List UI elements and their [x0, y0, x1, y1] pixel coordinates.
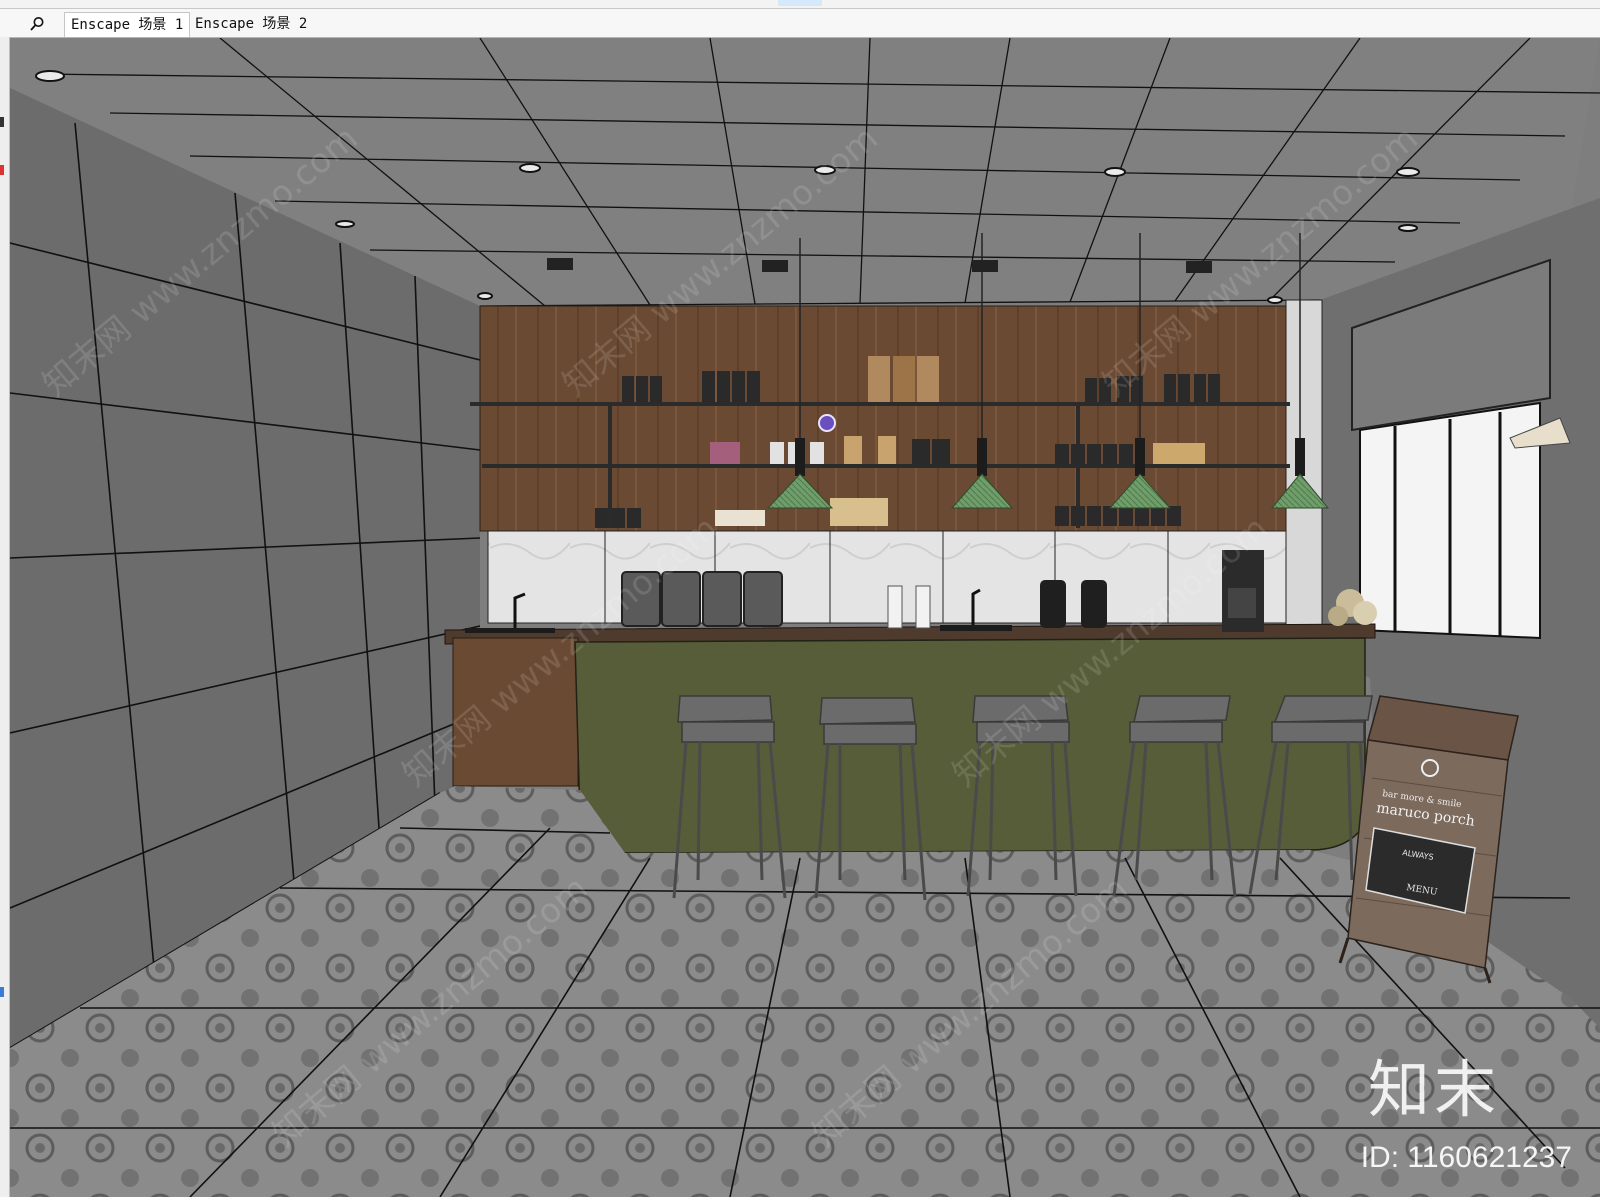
toolbar-marker-red	[0, 165, 4, 175]
watermark-logo: 知末	[1367, 1053, 1500, 1126]
left-toolbar-edge	[0, 37, 10, 1197]
search-icon	[30, 17, 44, 31]
scene-tab-bar: Enscape 场景 1 Enscape 场景 2	[0, 9, 1600, 38]
toolbar-marker	[0, 117, 4, 127]
search-button[interactable]	[24, 13, 50, 35]
toolbar-marker-blue	[0, 987, 4, 997]
tab-scene-2[interactable]: Enscape 场景 2	[189, 12, 313, 36]
tab-scene-1[interactable]: Enscape 场景 1	[64, 12, 191, 37]
toolbar-active-indicator	[778, 0, 822, 6]
center-sink	[940, 625, 1012, 631]
3d-viewport[interactable]: bar more & smile maruco porch ALWAYS MEN…	[10, 38, 1600, 1197]
watermark-id: ID: 1160621237	[1360, 1141, 1572, 1174]
toolbar-strip	[0, 0, 1600, 9]
cursor-marker	[818, 414, 836, 432]
